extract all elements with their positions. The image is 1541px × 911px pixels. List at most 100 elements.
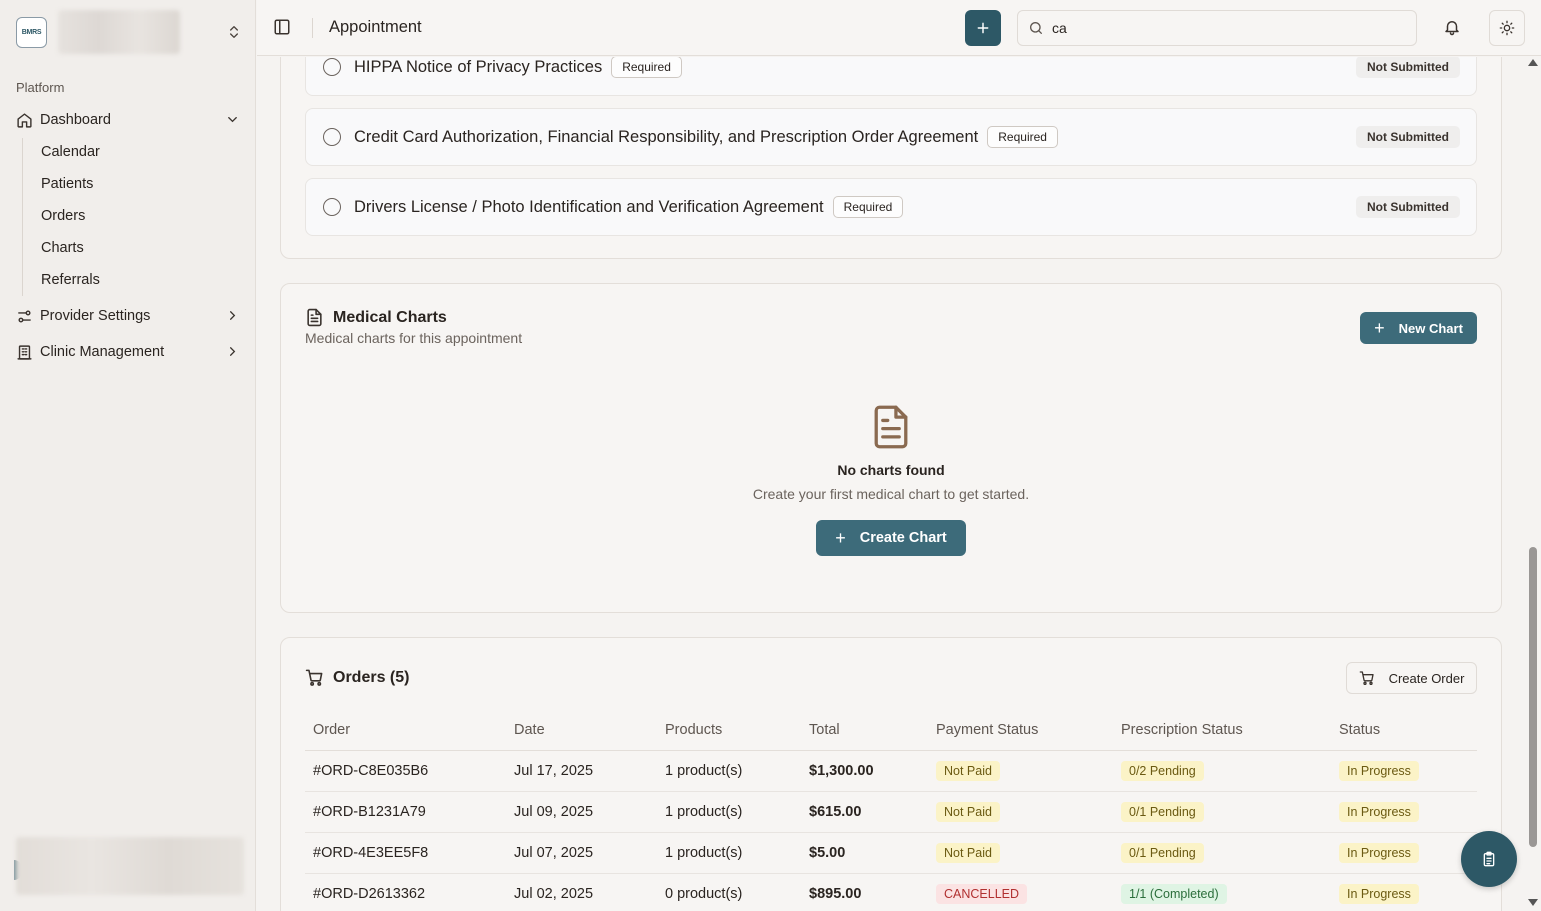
form-radio[interactable] — [323, 128, 341, 146]
form-name: Drivers License / Photo Identification a… — [354, 197, 824, 216]
order-status-badge: In Progress — [1339, 801, 1419, 822]
form-row[interactable]: HIPPA Notice of Privacy Practices Requir… — [305, 57, 1477, 96]
user-profile-redacted[interactable] — [16, 837, 244, 895]
order-id[interactable]: #ORD-4E3EE5F8 — [305, 832, 506, 874]
status-badge: Not Submitted — [1356, 126, 1460, 148]
empty-state-subtitle: Create your first medical chart to get s… — [752, 486, 1030, 502]
table-row[interactable]: #ORD-4E3EE5F8 Jul 07, 2025 1 product(s) … — [305, 832, 1477, 874]
order-date: Jul 09, 2025 — [506, 791, 657, 833]
order-id[interactable]: #ORD-D2613362 — [305, 873, 506, 911]
order-id[interactable]: #ORD-B1231A79 — [305, 791, 506, 833]
search-box[interactable] — [1017, 10, 1417, 46]
order-id[interactable]: #ORD-C8E035B6 — [305, 750, 506, 792]
order-date: Jul 02, 2025 — [506, 873, 657, 911]
sidebar-item-label: Provider Settings — [40, 308, 151, 324]
required-badge: Required — [987, 126, 1058, 148]
sidebar-item-provider-settings[interactable]: Provider Settings — [16, 303, 242, 329]
sidebar-item-orders[interactable]: Orders — [41, 208, 85, 224]
plus-icon: + — [1374, 318, 1385, 338]
payment-status-badge: CANCELLED — [936, 883, 1028, 904]
required-badge: Required — [611, 57, 682, 78]
sidebar-item-charts[interactable]: Charts — [41, 240, 84, 256]
form-radio[interactable] — [323, 198, 341, 216]
status-cell: In Progress — [1331, 873, 1477, 911]
status-cell: In Progress — [1331, 750, 1477, 792]
top-header: Appointment — [257, 0, 1541, 56]
table-row[interactable]: #ORD-D2613362 Jul 02, 2025 0 product(s) … — [305, 873, 1477, 911]
sidebar-item-referrals[interactable]: Referrals — [41, 272, 100, 288]
scroll-thumb[interactable] — [1529, 547, 1537, 847]
dashboard-subnav: Calendar Patients Orders Charts Referral… — [22, 138, 242, 296]
file-text-icon — [307, 308, 322, 327]
form-row[interactable]: Credit Card Authorization, Financial Res… — [305, 108, 1477, 166]
bell-icon[interactable] — [1443, 18, 1461, 36]
sidebar-item-clinic-management[interactable]: Clinic Management — [16, 339, 242, 365]
sidebar-item-patients[interactable]: Patients — [41, 176, 93, 192]
column-header: Status — [1331, 710, 1477, 751]
chevrons-up-down-icon[interactable] — [226, 23, 242, 41]
theme-toggle-button[interactable] — [1489, 10, 1525, 46]
column-header: Date — [506, 710, 657, 751]
column-header: Products — [657, 710, 801, 751]
medical-charts-card: Medical Charts Medical charts for this a… — [280, 283, 1502, 613]
building-icon — [17, 344, 32, 360]
table-row[interactable]: #ORD-C8E035B6 Jul 17, 2025 1 product(s) … — [305, 750, 1477, 792]
scroll-up-arrow[interactable] — [1528, 59, 1538, 66]
sidebar-item-calendar[interactable]: Calendar — [41, 144, 100, 160]
column-header: Prescription Status — [1113, 710, 1331, 751]
main-content: HIPPA Notice of Privacy Practices Requir… — [257, 57, 1525, 911]
section-subtitle: Medical charts for this appointment — [305, 330, 523, 346]
table-row[interactable]: #ORD-B1231A79 Jul 09, 2025 1 product(s) … — [305, 791, 1477, 833]
clipboard-icon — [1483, 851, 1495, 867]
header-divider — [312, 18, 313, 38]
column-header: Payment Status — [928, 710, 1113, 751]
payment-status-badge: Not Paid — [936, 801, 1000, 822]
org-switcher[interactable]: BMRS — [16, 10, 242, 54]
quick-add-button[interactable] — [965, 10, 1001, 46]
create-chart-button[interactable]: + Create Chart — [816, 520, 966, 556]
payment-cell: CANCELLED — [928, 873, 1113, 911]
form-row[interactable]: Drivers License / Photo Identification a… — [305, 178, 1477, 236]
payment-cell: Not Paid — [928, 832, 1113, 874]
prescription-status-badge: 1/1 (Completed) — [1121, 883, 1227, 904]
sidebar-item-dashboard[interactable]: Dashboard — [16, 107, 242, 133]
floating-notes-button[interactable] — [1461, 831, 1517, 887]
section-title: Medical Charts — [333, 308, 447, 326]
status-cell: In Progress — [1331, 832, 1477, 874]
empty-file-icon — [874, 405, 908, 449]
order-products: 1 product(s) — [657, 750, 801, 792]
button-label: New Chart — [1398, 320, 1463, 336]
payment-status-badge: Not Paid — [936, 842, 1000, 863]
charts-header: Medical Charts — [305, 308, 447, 327]
plus-icon — [977, 22, 989, 34]
prescription-cell: 0/1 Pending — [1113, 832, 1331, 874]
new-chart-button[interactable]: + New Chart — [1360, 312, 1477, 344]
payment-cell: Not Paid — [928, 750, 1113, 792]
create-order-button[interactable]: Create Order — [1346, 662, 1477, 694]
sidebar-item-label: Dashboard — [40, 112, 111, 128]
order-status-badge: In Progress — [1339, 883, 1419, 904]
sidebar-toggle-icon[interactable] — [273, 18, 291, 36]
prescription-status-badge: 0/1 Pending — [1121, 801, 1204, 822]
form-radio[interactable] — [323, 58, 341, 76]
prescription-cell: 1/1 (Completed) — [1113, 873, 1331, 911]
prescription-status-badge: 0/2 Pending — [1121, 760, 1204, 781]
prescription-cell: 0/1 Pending — [1113, 791, 1331, 833]
search-icon — [1030, 22, 1042, 34]
sliders-icon — [18, 309, 31, 323]
chevron-down-icon — [228, 117, 237, 123]
page-scrollbar[interactable] — [1525, 57, 1541, 911]
order-products: 0 product(s) — [657, 873, 801, 911]
cart-icon — [1359, 671, 1374, 685]
payment-cell: Not Paid — [928, 791, 1113, 833]
order-date: Jul 17, 2025 — [506, 750, 657, 792]
orders-card: Orders (5) Create Order Order Date Produ… — [280, 637, 1502, 911]
orders-table: Order Date Products Total Payment Status… — [305, 710, 1477, 911]
search-input[interactable] — [1052, 20, 1412, 36]
section-title: Orders (5) — [333, 668, 410, 686]
required-badge: Required — [832, 196, 904, 218]
order-products: 1 product(s) — [657, 832, 801, 874]
org-logo: BMRS — [16, 16, 47, 48]
scroll-down-arrow[interactable] — [1528, 899, 1538, 906]
payment-status-badge: Not Paid — [936, 760, 1000, 781]
